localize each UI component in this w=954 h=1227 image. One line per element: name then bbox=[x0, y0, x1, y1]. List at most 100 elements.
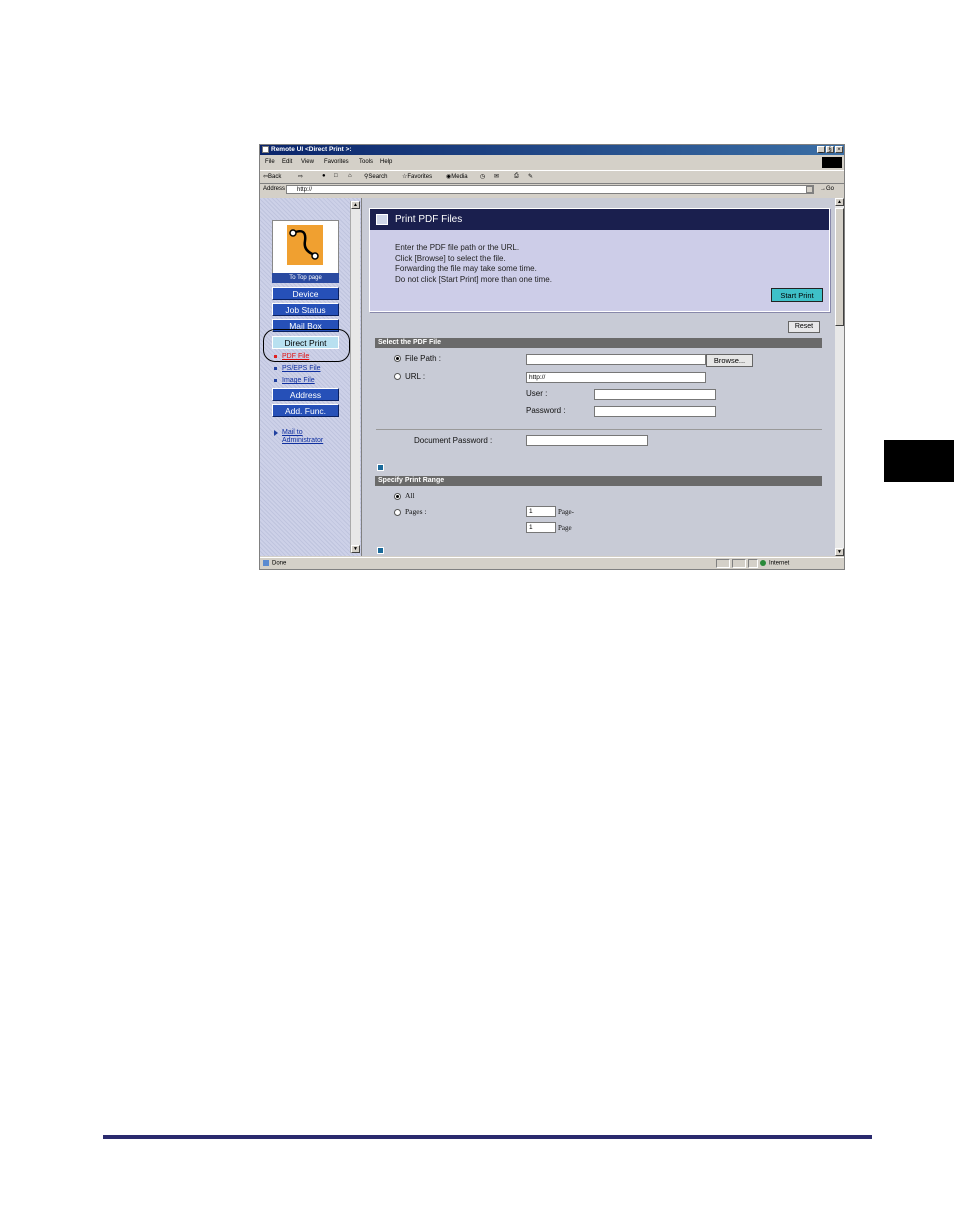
password-label: Password : bbox=[526, 406, 566, 415]
status-bar: Done Internet bbox=[260, 557, 844, 569]
instructions: Enter the PDF file path or the URL. Clic… bbox=[395, 243, 552, 285]
favorites-button[interactable]: ☆Favorites bbox=[402, 173, 432, 180]
print-icon[interactable]: ⎙ bbox=[514, 173, 519, 180]
sub-pdf-file-link[interactable]: PDF File bbox=[274, 353, 309, 360]
print-pdf-panel: Print PDF Files Enter the PDF file path … bbox=[369, 208, 830, 312]
nav-job-status-button[interactable]: Job Status bbox=[272, 303, 339, 316]
all-radio[interactable] bbox=[394, 492, 401, 500]
page-to-suffix: Page bbox=[558, 524, 572, 532]
status-segment bbox=[732, 559, 746, 568]
page-from-input[interactable]: 1 bbox=[526, 506, 556, 517]
sidebar-scrollbar[interactable]: ▲ ▼ bbox=[350, 201, 360, 553]
window-title: Remote UI <Direct Print >: bbox=[271, 146, 352, 153]
instruction-line: Forwarding the file may take some time. bbox=[395, 264, 537, 273]
back-button[interactable]: ⇦Back bbox=[263, 173, 281, 180]
address-bar: Address http:// →Go bbox=[260, 184, 844, 196]
zone-indicator: Internet bbox=[760, 560, 789, 567]
pages-radio[interactable] bbox=[394, 508, 401, 516]
bullet-icon bbox=[274, 354, 277, 358]
url-input[interactable]: http:// bbox=[526, 372, 706, 383]
toolbar: ⇦Back ⇨ ● □ ⌂ ⚲Search ☆Favorites ◉Media … bbox=[260, 170, 844, 184]
app-icon bbox=[262, 146, 269, 153]
select-file-section-header: Select the PDF File bbox=[375, 338, 822, 348]
scroll-down-icon[interactable]: ▼ bbox=[351, 545, 360, 553]
url-radio[interactable] bbox=[394, 373, 401, 381]
maximize-button[interactable]: § bbox=[826, 146, 834, 153]
collapse-icon[interactable] bbox=[377, 547, 384, 554]
sidebar-frame: ▲ ▼ To Top page Device Job Status Mail B… bbox=[260, 198, 362, 556]
sub-ps-eps-file-link[interactable]: PS/EPS File bbox=[274, 365, 321, 372]
main-frame: Print PDF Files Enter the PDF file path … bbox=[362, 198, 835, 556]
page-to-input[interactable]: 1 bbox=[526, 522, 556, 533]
go-button[interactable]: →Go bbox=[820, 186, 834, 192]
reset-button[interactable]: Reset bbox=[788, 321, 820, 333]
forward-button[interactable]: ⇨ bbox=[298, 173, 303, 180]
address-dropdown-icon[interactable] bbox=[806, 186, 813, 193]
password-input[interactable] bbox=[594, 406, 716, 417]
search-button[interactable]: ⚲Search bbox=[364, 173, 387, 180]
bullet-icon bbox=[274, 378, 277, 382]
instruction-line: Do not click [Start Print] more than one… bbox=[395, 274, 552, 284]
scroll-up-icon[interactable]: ▲ bbox=[835, 198, 844, 206]
print-range-section-header: Specify Print Range bbox=[375, 476, 822, 486]
bullet-icon bbox=[274, 366, 277, 370]
pages-option[interactable]: Pages : bbox=[394, 507, 426, 516]
browse-button[interactable]: Browse... bbox=[706, 354, 753, 367]
history-icon[interactable]: ◷ bbox=[480, 173, 485, 180]
panel-header: Print PDF Files bbox=[370, 209, 829, 230]
stop-icon[interactable]: ● bbox=[322, 173, 326, 179]
page-icon bbox=[263, 560, 269, 566]
edit-icon[interactable]: ✎ bbox=[528, 173, 533, 180]
file-path-input[interactable] bbox=[526, 354, 706, 365]
scroll-down-icon[interactable]: ▼ bbox=[835, 548, 844, 556]
arrow-icon bbox=[274, 430, 278, 436]
windows-logo-icon bbox=[822, 157, 842, 168]
page-from-suffix: Page- bbox=[558, 508, 574, 516]
address-input[interactable]: http:// bbox=[286, 185, 814, 194]
all-option[interactable]: All bbox=[394, 491, 415, 500]
file-path-radio[interactable] bbox=[394, 355, 401, 363]
page-content: ▲ ▼ To Top page Device Job Status Mail B… bbox=[260, 198, 844, 556]
instruction-line: Enter the PDF file path or the URL. bbox=[395, 243, 520, 252]
document-password-label: Document Password : bbox=[414, 436, 493, 445]
print-icon bbox=[376, 214, 388, 225]
bottom-rule bbox=[103, 1135, 872, 1139]
menu-view[interactable]: View bbox=[301, 159, 314, 165]
file-path-option[interactable]: File Path : bbox=[394, 354, 441, 363]
menu-help[interactable]: Help bbox=[380, 159, 392, 165]
mail-to-administrator-link[interactable]: Mail to Administrator bbox=[274, 429, 323, 445]
collapse-icon[interactable] bbox=[377, 464, 384, 471]
main-scrollbar[interactable]: ▲ ▼ bbox=[835, 198, 844, 556]
start-print-button[interactable]: Start Print bbox=[771, 288, 823, 302]
home-icon[interactable]: ⌂ bbox=[348, 173, 352, 179]
menu-favorites[interactable]: Favorites bbox=[324, 159, 349, 165]
remote-ui-logo-icon bbox=[287, 225, 323, 265]
sub-image-file-link[interactable]: Image File bbox=[274, 377, 315, 384]
to-top-page-link[interactable]: To Top page bbox=[272, 273, 339, 283]
menu-file[interactable]: File bbox=[265, 159, 275, 165]
user-input[interactable] bbox=[594, 389, 716, 400]
close-button[interactable]: × bbox=[835, 146, 843, 153]
scroll-thumb[interactable] bbox=[835, 208, 844, 326]
url-option[interactable]: URL : bbox=[394, 372, 425, 381]
mail-icon[interactable]: ✉ bbox=[494, 173, 499, 180]
refresh-icon[interactable]: □ bbox=[334, 173, 338, 179]
nav-address-button[interactable]: Address bbox=[272, 388, 339, 401]
menu-tools[interactable]: Tools bbox=[359, 159, 373, 165]
instruction-line: Click [Browse] to select the file. bbox=[395, 253, 506, 263]
nav-device-button[interactable]: Device bbox=[272, 287, 339, 300]
top-page-logo[interactable] bbox=[272, 220, 339, 276]
internet-zone-icon bbox=[760, 560, 766, 566]
nav-add-func-button[interactable]: Add. Func. bbox=[272, 404, 339, 417]
media-button[interactable]: ◉Media bbox=[446, 173, 468, 180]
chapter-tab bbox=[884, 440, 954, 482]
divider bbox=[376, 429, 822, 430]
minimize-button[interactable]: _ bbox=[817, 146, 825, 153]
status-segment bbox=[716, 559, 730, 568]
scroll-up-icon[interactable]: ▲ bbox=[351, 201, 360, 209]
menu-edit[interactable]: Edit bbox=[282, 159, 292, 165]
document-password-input[interactable] bbox=[526, 435, 648, 446]
panel-title: Print PDF Files bbox=[395, 214, 463, 225]
browser-window: Remote UI <Direct Print >: _ § × File Ed… bbox=[259, 144, 845, 570]
status-text: Done bbox=[263, 560, 286, 567]
